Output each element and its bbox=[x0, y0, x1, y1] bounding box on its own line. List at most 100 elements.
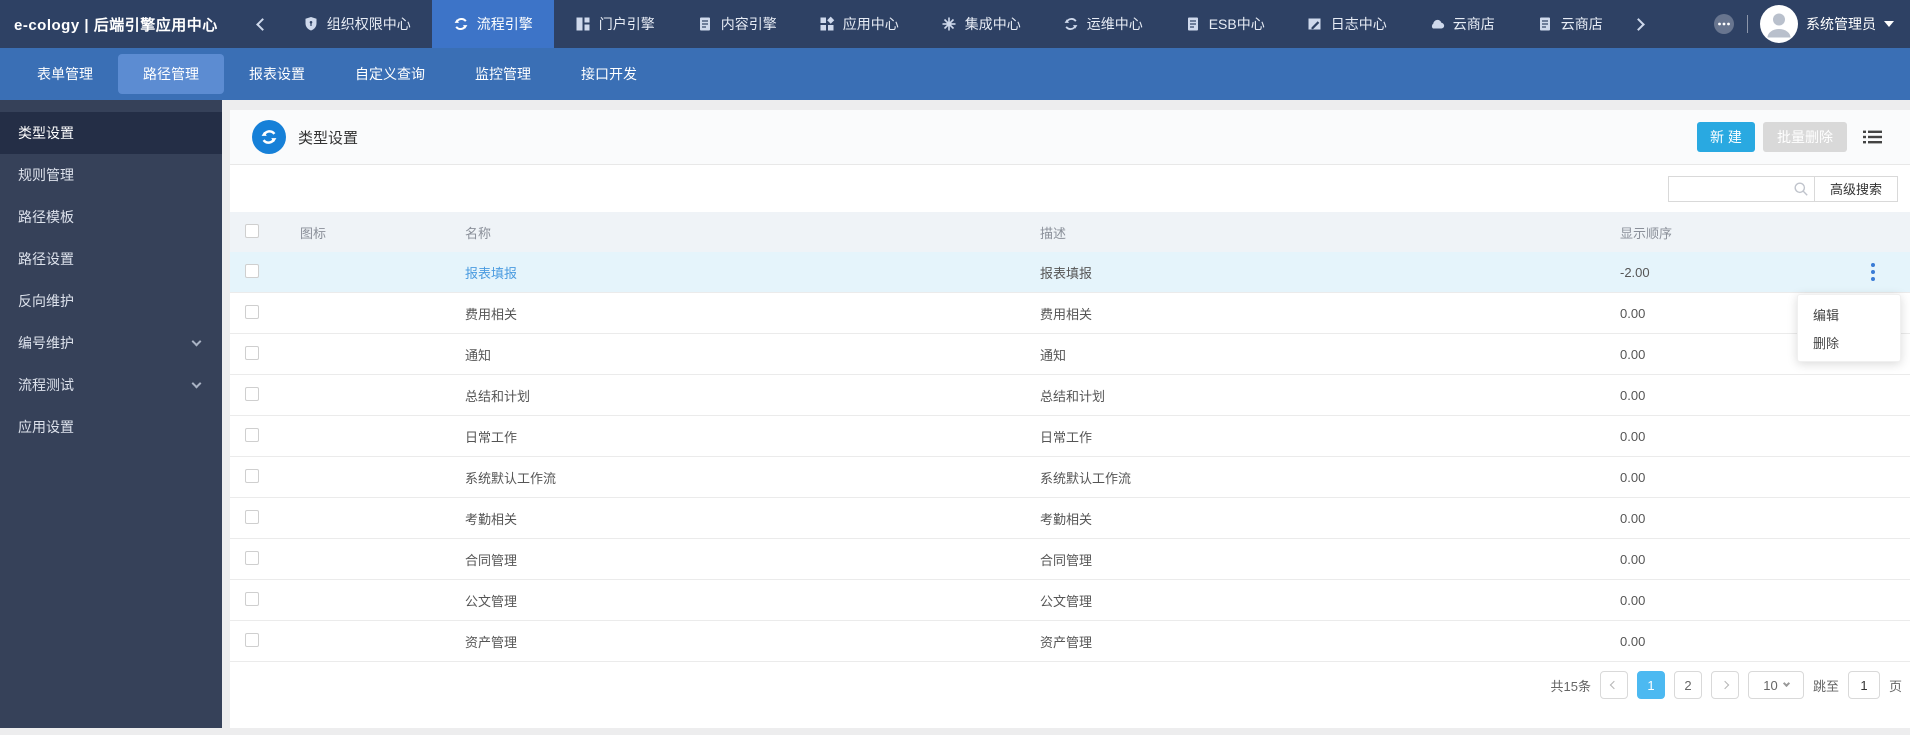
table-row: 考勤相关 考勤相关 0.00 bbox=[230, 498, 1910, 539]
sync-icon bbox=[1064, 18, 1078, 30]
pagination-page-2[interactable]: 2 bbox=[1673, 671, 1702, 699]
cell-name-link[interactable]: 报表填报 bbox=[465, 266, 517, 281]
pagination-next-button[interactable] bbox=[1710, 671, 1739, 699]
cell-description: 资产管理 bbox=[1040, 634, 1093, 650]
sidebar-item-reverse-maintenance[interactable]: 反向维护 bbox=[0, 280, 222, 322]
sidebar-item-path-template[interactable]: 路径模板 bbox=[0, 196, 222, 238]
pagination-prev-button[interactable] bbox=[1599, 671, 1628, 699]
subnav-label: 路径管理 bbox=[143, 66, 199, 82]
avatar bbox=[1760, 5, 1798, 43]
cell-name: 合同管理 bbox=[465, 552, 518, 568]
top-nav-label: 云商店 bbox=[1452, 16, 1495, 32]
chevron-down-icon bbox=[1884, 21, 1894, 27]
list-view-toggle[interactable] bbox=[1863, 129, 1882, 145]
row-actions-kebab-icon[interactable] bbox=[1868, 260, 1878, 284]
cell-name: 公文管理 bbox=[465, 593, 518, 609]
column-header-name: 名称 bbox=[465, 225, 492, 241]
cell-display-order: 0.00 bbox=[1620, 428, 1646, 444]
row-checkbox[interactable] bbox=[245, 345, 259, 360]
cell-display-order: 0.00 bbox=[1620, 551, 1646, 567]
sidebar-item-app-settings[interactable]: 应用设置 bbox=[0, 406, 222, 448]
advanced-search-button[interactable]: 高级搜索 bbox=[1815, 175, 1898, 202]
cell-display-order: 0.00 bbox=[1620, 510, 1646, 526]
pagination-page-1[interactable]: 1 bbox=[1636, 671, 1665, 699]
row-checkbox[interactable] bbox=[245, 263, 259, 278]
menu-item-edit[interactable]: 编辑 bbox=[1798, 300, 1900, 328]
page-size-select[interactable]: 10 bbox=[1747, 671, 1804, 699]
top-nav-label: 组织权限中心 bbox=[326, 16, 411, 32]
sidebar-item-label: 类型设置 bbox=[18, 125, 74, 141]
top-nav-esb-center[interactable]: ESB中心 bbox=[1164, 0, 1286, 48]
top-nav-app-center[interactable]: 应用中心 bbox=[798, 0, 920, 48]
chevron-down-icon bbox=[1782, 679, 1790, 688]
search-group: 高级搜索 bbox=[1668, 175, 1898, 202]
sidebar-item-type-settings[interactable]: 类型设置 bbox=[0, 112, 222, 154]
top-nav-label: 门户引擎 bbox=[598, 16, 655, 32]
module-subnav: 表单管理 路径管理 报表设置 自定义查询 监控管理 接口开发 bbox=[0, 48, 1910, 100]
cell-name: 日常工作 bbox=[465, 429, 518, 445]
subnav-label: 监控管理 bbox=[475, 66, 531, 82]
sidebar-item-rule-management[interactable]: 规则管理 bbox=[0, 154, 222, 196]
column-header-icon: 图标 bbox=[300, 225, 327, 241]
top-nav-ops-center[interactable]: 运维中心 bbox=[1042, 0, 1164, 48]
subnav-label: 接口开发 bbox=[581, 66, 637, 82]
jump-label: 跳至 bbox=[1812, 678, 1839, 694]
top-nav-workflow-engine[interactable]: 流程引擎 bbox=[431, 0, 554, 48]
jump-page-input[interactable] bbox=[1847, 671, 1880, 699]
top-nav-content-engine[interactable]: 内容引擎 bbox=[676, 0, 798, 48]
batch-delete-button[interactable]: 批量删除 bbox=[1763, 122, 1847, 152]
cell-description: 考勤相关 bbox=[1040, 511, 1093, 527]
top-nav-label: 日志中心 bbox=[1330, 16, 1387, 32]
row-checkbox[interactable] bbox=[245, 427, 259, 442]
top-nav-label: ESB中心 bbox=[1208, 16, 1265, 32]
row-checkbox[interactable] bbox=[245, 632, 259, 647]
user-menu[interactable]: 系统管理员 bbox=[1760, 5, 1894, 43]
page-title-badge bbox=[252, 120, 286, 154]
table-row: 资产管理 资产管理 0.00 bbox=[230, 621, 1910, 662]
search-icon[interactable] bbox=[1793, 181, 1809, 197]
top-nav-cloud-store-2[interactable]: 云商店 bbox=[1516, 0, 1624, 48]
subnav-form-management[interactable]: 表单管理 bbox=[12, 54, 118, 94]
cell-description: 合同管理 bbox=[1040, 552, 1093, 568]
top-nav-label: 集成中心 bbox=[964, 16, 1021, 32]
chevron-left-icon bbox=[1609, 680, 1619, 690]
horizontal-scrollbar-track[interactable] bbox=[0, 728, 1910, 735]
row-checkbox[interactable] bbox=[245, 386, 259, 401]
subnav-api-development[interactable]: 接口开发 bbox=[556, 54, 662, 94]
portal-icon bbox=[576, 17, 590, 31]
chevron-right-icon bbox=[1720, 680, 1730, 690]
new-button[interactable]: 新 建 bbox=[1697, 122, 1755, 152]
menu-item-delete[interactable]: 删除 bbox=[1798, 328, 1900, 356]
row-checkbox[interactable] bbox=[245, 304, 259, 319]
row-checkbox[interactable] bbox=[245, 591, 259, 606]
cell-description: 公文管理 bbox=[1040, 593, 1093, 609]
subnav-label: 表单管理 bbox=[37, 66, 93, 82]
pagination-total: 共15条 bbox=[1550, 678, 1591, 694]
select-all-checkbox[interactable] bbox=[245, 223, 259, 238]
top-nav-org-center[interactable]: 组织权限中心 bbox=[282, 0, 432, 48]
subnav-path-management[interactable]: 路径管理 bbox=[118, 54, 224, 94]
row-checkbox[interactable] bbox=[245, 468, 259, 483]
more-options-icon[interactable] bbox=[1713, 13, 1735, 35]
page-unit-label: 页 bbox=[1888, 678, 1902, 694]
top-nav-cloud-store-1[interactable]: 云商店 bbox=[1408, 0, 1516, 48]
flow-icon bbox=[261, 130, 277, 144]
cell-display-order: 0.00 bbox=[1620, 387, 1646, 403]
sidebar-item-number-maintenance[interactable]: 编号维护 bbox=[0, 322, 222, 364]
top-nav-portal-engine[interactable]: 门户引擎 bbox=[554, 0, 676, 48]
row-checkbox[interactable] bbox=[245, 550, 259, 565]
subnav-label: 自定义查询 bbox=[355, 66, 425, 82]
top-nav-log-center[interactable]: 日志中心 bbox=[1286, 0, 1408, 48]
subnav-custom-query[interactable]: 自定义查询 bbox=[330, 54, 450, 94]
integration-icon bbox=[942, 17, 956, 31]
top-nav-integration-center[interactable]: 集成中心 bbox=[920, 0, 1042, 48]
sidebar-item-workflow-test[interactable]: 流程测试 bbox=[0, 364, 222, 406]
nav-scroll-left-button[interactable] bbox=[252, 13, 274, 35]
subnav-report-settings[interactable]: 报表设置 bbox=[224, 54, 330, 94]
top-nav-label: 运维中心 bbox=[1086, 16, 1143, 32]
row-checkbox[interactable] bbox=[245, 509, 259, 524]
sidebar-item-path-settings[interactable]: 路径设置 bbox=[0, 238, 222, 280]
subnav-monitor-management[interactable]: 监控管理 bbox=[450, 54, 556, 94]
top-nav-label: 云商店 bbox=[1560, 16, 1603, 32]
nav-scroll-right-button[interactable] bbox=[1628, 13, 1650, 35]
